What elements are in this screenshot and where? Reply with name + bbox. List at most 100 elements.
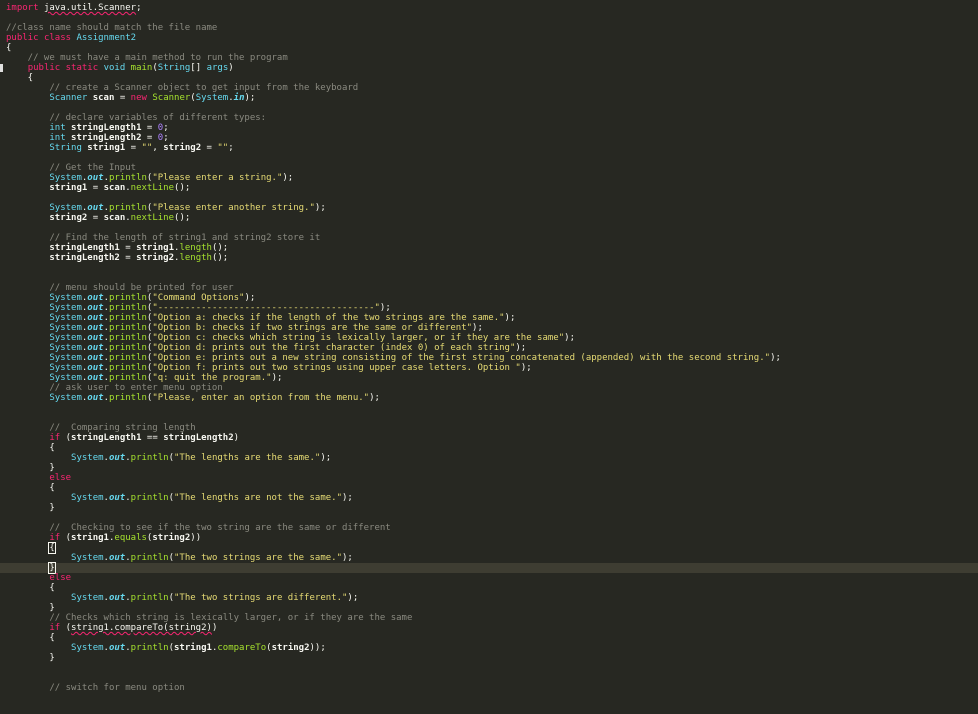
code-line[interactable]: } [0,503,978,513]
code-line[interactable] [0,273,978,283]
code-line[interactable] [0,153,978,163]
code-line[interactable]: System.out.println("The lengths are the … [0,453,978,463]
code-line[interactable]: stringLength2 = string2.length(); [0,253,978,263]
code-line[interactable] [0,403,978,413]
code-line[interactable]: { [0,633,978,643]
code-line[interactable]: System.out.println("The lengths are not … [0,493,978,503]
code-line[interactable]: { [0,73,978,83]
code-line[interactable]: { [0,483,978,493]
code-line[interactable]: if (string1.equals(string2)) [0,533,978,543]
code-line[interactable]: System.out.println("Option b: checks if … [0,323,978,333]
code-line[interactable]: // Get the Input [0,163,978,173]
code-line[interactable]: { [0,542,978,554]
code-line[interactable]: System.out.println(string1.compareTo(str… [0,643,978,653]
code-line[interactable]: public class Assignment2 [0,33,978,43]
code-line[interactable]: else [0,473,978,483]
code-token: stringLength1 [71,433,142,443]
code-token: out [87,393,104,403]
code-line[interactable]: } [0,603,978,613]
code-line[interactable]: // menu should be printed for user [0,283,978,293]
code-token: out [108,643,126,653]
code-line[interactable]: System.out.println("Option a: checks if … [0,313,978,323]
code-line[interactable] [0,263,978,273]
code-line[interactable]: System.out.println("Please enter another… [0,203,978,213]
code-token: = [141,123,158,133]
code-line[interactable]: int stringLength1 = 0; [0,123,978,133]
code-line[interactable]: System.out.println("Option f: prints out… [0,363,978,373]
code-line[interactable] [0,193,978,203]
code-token: "" [141,143,153,153]
code-line[interactable] [0,663,978,673]
code-line[interactable]: } [0,463,978,473]
code-line[interactable]: } [0,653,978,663]
code-token: ); [379,303,391,313]
code-line[interactable]: System.out.println("Command Options"); [0,293,978,303]
code-line[interactable]: // ask user to enter menu option [0,383,978,393]
code-line[interactable]: // Checks which string is lexically larg… [0,613,978,623]
code-line[interactable]: // switch for menu option [0,683,978,693]
code-token: scan [103,183,126,193]
code-line[interactable]: string2 = scan.nextLine(); [0,213,978,223]
code-line[interactable]: } [0,562,978,574]
code-line[interactable] [0,223,978,233]
code-token: if [49,433,61,443]
code-line[interactable]: System.out.println("--------------------… [0,303,978,313]
code-line[interactable] [0,673,978,683]
code-text: // menu should be printed for user [6,283,233,293]
code-line[interactable]: if (string1.compareTo(string2)) [0,623,978,633]
code-line[interactable]: int stringLength2 = 0; [0,133,978,143]
code-line[interactable] [0,413,978,423]
code-token: { [6,583,55,593]
code-line[interactable]: { [0,43,978,53]
code-line[interactable]: System.out.println("Please, enter an opt… [0,393,978,403]
code-line[interactable] [0,513,978,523]
code-line[interactable]: stringLength1 = string1.length(); [0,243,978,253]
code-line[interactable]: String string1 = "", string2 = ""; [0,143,978,153]
code-line[interactable] [0,103,978,113]
code-line[interactable]: { [0,583,978,593]
code-token: compareTo [217,643,267,653]
code-line[interactable]: System.out.println("The two strings are … [0,593,978,603]
code-line[interactable]: System.out.println("Please enter a strin… [0,173,978,183]
code-line[interactable]: System.out.println("q: quit the program.… [0,373,978,383]
code-token: out [87,323,104,333]
code-token: out [108,493,126,503]
code-line[interactable]: System.out.println("Option e: prints out… [0,353,978,363]
code-text: if (string1.equals(string2)) [6,533,201,543]
code-token: stringLength2 [163,433,234,443]
code-line[interactable]: // we must have a main method to run the… [0,53,978,63]
code-line[interactable]: else [0,573,978,583]
code-line[interactable]: //class name should match the file name [0,23,978,33]
code-line[interactable]: public static void main(String[] args) [0,63,978,73]
code-line[interactable]: // create a Scanner object to get input … [0,83,978,93]
code-line[interactable]: System.out.println("Option d: prints out… [0,343,978,353]
code-token: int [49,133,66,143]
code-token: println [108,373,147,383]
code-line[interactable] [0,13,978,23]
gutter-marker [0,64,3,72]
code-token: "---------------------------------------… [152,303,380,313]
code-line[interactable]: Scanner scan = new Scanner(System.in); [0,93,978,103]
code-line[interactable]: System.out.println("The two strings are … [0,553,978,563]
code-editor[interactable]: import java.util.Scanner; //class name sh… [0,0,978,714]
code-token: "Option d: prints out the first characte… [152,343,516,353]
code-line[interactable]: string1 = scan.nextLine(); [0,183,978,193]
code-token: ); [369,393,380,403]
code-line[interactable]: System.out.println("Option c: checks whi… [0,333,978,343]
code-line[interactable]: // Find the length of string1 and string… [0,233,978,243]
code-line[interactable]: import java.util.Scanner; [0,3,978,13]
code-token: } [6,463,55,473]
code-line[interactable]: // Comparing string length [0,423,978,433]
code-line[interactable]: { [0,443,978,453]
code-text: System.out.println("Option b: checks if … [6,323,483,333]
code-line[interactable]: // declare variables of different types: [0,113,978,123]
code-token: out [87,303,104,313]
code-line[interactable]: // Checking to see if the two string are… [0,523,978,533]
code-line[interactable]: if (stringLength1 == stringLength2) [0,433,978,443]
